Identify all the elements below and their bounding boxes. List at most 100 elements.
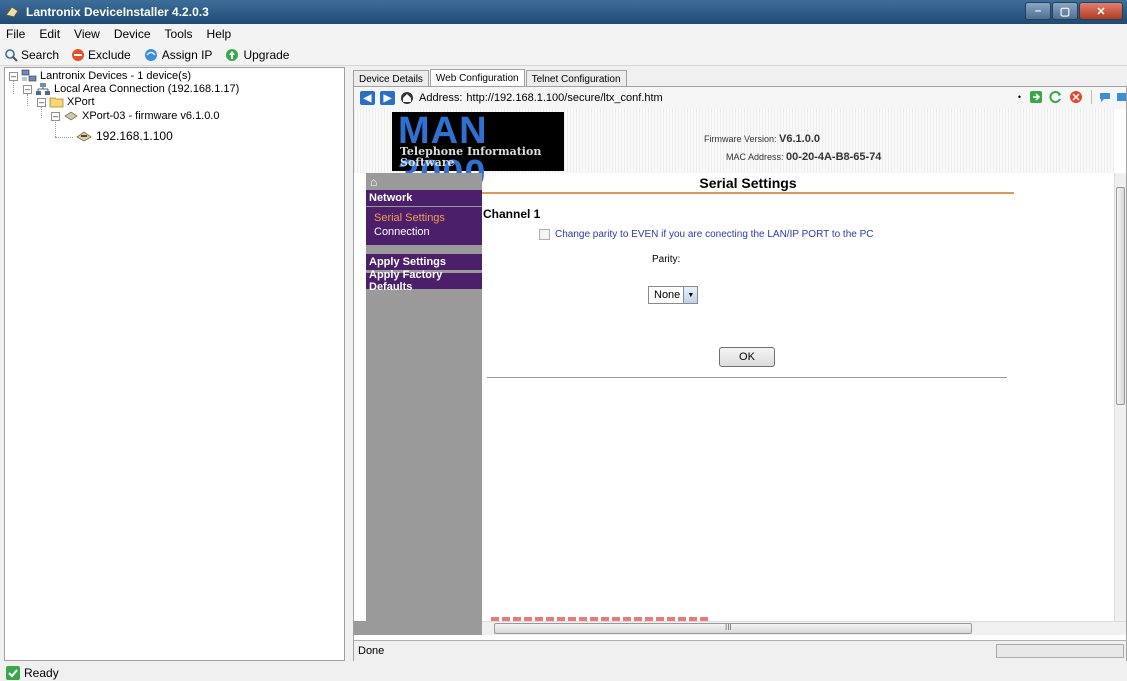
tree-label-root: Lantronix Devices - 1 device(s) [40, 70, 192, 82]
assign-ip-button[interactable]: Assign IP [143, 47, 213, 62]
back-icon[interactable]: ◀ [360, 91, 375, 105]
sidebar-item-apply-settings[interactable]: Apply Settings [366, 254, 482, 270]
exclude-icon [72, 48, 85, 61]
sidebar-item-serial-settings[interactable]: Serial Settings [374, 212, 445, 224]
horizontal-scrollbar[interactable]: III [482, 621, 1126, 635]
app-status-bar: Ready [0, 664, 1127, 681]
toolbar-separator [1091, 90, 1092, 104]
device-tree: – Lantronix Devices - 1 device(s) – Loca… [4, 67, 345, 661]
tree-connector [55, 137, 73, 138]
parity-label: Parity: [652, 254, 681, 265]
tab-telnet-configuration[interactable]: Telnet Configuration [525, 70, 627, 87]
collapse-icon[interactable]: – [51, 111, 60, 121]
home-link-icon[interactable]: ⌂ [370, 175, 377, 189]
sidebar-item-apply-factory-defaults[interactable]: Apply Factory Defaults [366, 269, 482, 293]
horizontal-scroll-thumb[interactable]: III [494, 623, 972, 634]
upgrade-icon [226, 48, 239, 61]
firmware-info: Firmware Version: V6.1.0.0 [704, 133, 820, 145]
tree-item-device[interactable]: – XPort-03 - firmware v6.1.0.0 [51, 109, 220, 123]
upgrade-button[interactable]: Upgrade [224, 48, 289, 62]
go-icon[interactable] [1029, 90, 1043, 104]
assign-ip-label: Assign IP [161, 47, 213, 62]
tab-device-details[interactable]: Device Details [353, 70, 429, 87]
tree-label-ip: 192.168.1.100 [96, 129, 173, 143]
chat-icon[interactable] [1098, 90, 1112, 104]
browser-status-text: Done [358, 645, 385, 657]
divider [487, 377, 1007, 378]
sidebar-footer [354, 621, 482, 635]
parity-even-checkbox[interactable] [539, 229, 550, 240]
vertical-scroll-thumb[interactable] [1116, 187, 1125, 405]
tree-item-connection[interactable]: – Local Area Connection (192.168.1.17) [23, 82, 239, 96]
tab-web-configuration[interactable]: Web Configuration [429, 69, 525, 87]
tree-label-group: XPort [67, 96, 95, 108]
menu-view[interactable]: View [74, 27, 100, 41]
toolbar: Search Exclude Assign IP Upgrade [0, 44, 1127, 66]
address-bar: ◀ ▶ Address: http://192.168.1.100/secure… [354, 87, 1126, 109]
app-icon [5, 6, 19, 18]
web-page: MAN 3000 Telephone Information Software … [354, 109, 1114, 621]
menu-file[interactable]: File [6, 27, 25, 41]
web-config-panel: ◀ ▶ Address: http://192.168.1.100/secure… [353, 86, 1127, 661]
maximize-button[interactable]: ▢ [1052, 2, 1078, 20]
minimize-button[interactable]: – [1025, 2, 1051, 20]
chevron-down-icon[interactable]: ▼ [683, 287, 698, 303]
close-button[interactable]: ✕ [1079, 2, 1123, 20]
progress-area [996, 644, 1124, 658]
parity-even-label: Change parity to EVEN if you are conecti… [555, 229, 874, 240]
firmware-value: V6.1.0.0 [779, 133, 821, 145]
folder-icon [49, 97, 64, 108]
search-button[interactable]: Search [4, 48, 59, 62]
channel-heading: Channel 1 [483, 207, 541, 221]
sidebar-item-connection[interactable]: Connection [374, 226, 430, 238]
collapse-icon[interactable]: – [37, 97, 46, 107]
menu-edit[interactable]: Edit [39, 27, 60, 41]
collapse-icon[interactable]: – [9, 71, 18, 81]
view-icon[interactable] [1116, 90, 1126, 104]
title-bar: Lantronix DeviceInstaller 4.2.0.3 – ▢ ✕ [0, 0, 1127, 24]
exclude-button[interactable]: Exclude [71, 48, 131, 62]
scroll-grip-icon: III [725, 623, 732, 632]
address-label: Address: [419, 92, 463, 104]
collapse-icon[interactable]: – [23, 84, 32, 94]
tree-item-group[interactable]: – XPort [37, 95, 95, 109]
tree-item-ip[interactable]: 192.168.1.100 [75, 129, 173, 143]
menu-bar: File Edit View Device Tools Help [0, 24, 1127, 44]
page-banner: MAN 3000 Telephone Information Software … [354, 109, 1114, 195]
device-icon [64, 111, 78, 121]
ok-button[interactable]: OK [719, 347, 775, 367]
tree-item-root[interactable]: – Lantronix Devices - 1 device(s) [9, 69, 191, 83]
vertical-scrollbar[interactable] [1114, 173, 1126, 621]
search-icon [5, 48, 18, 62]
menu-tools[interactable]: Tools [165, 27, 193, 41]
logo-subtitle: Telephone Information Software [400, 146, 541, 168]
browser-status-bar: Done [354, 640, 1126, 661]
man3000-logo: MAN 3000 Telephone Information Software [392, 110, 564, 195]
home-icon[interactable] [400, 91, 414, 105]
forward-icon[interactable]: ▶ [380, 91, 395, 105]
stop-icon[interactable] [1069, 90, 1083, 104]
parity-select-value: None [654, 289, 681, 301]
mac-info: MAC Address: 00-20-4A-B8-65-74 [726, 151, 881, 163]
address-url[interactable]: http://192.168.1.100/secure/ltx_conf.htm [466, 92, 662, 104]
address-dropdown-icon[interactable]: • [1018, 92, 1021, 102]
sidebar-item-network[interactable]: Network [366, 190, 482, 206]
tree-label-connection: Local Area Connection (192.168.1.17) [54, 83, 240, 95]
network-connection-icon [36, 83, 50, 95]
menu-help[interactable]: Help [207, 27, 232, 41]
firmware-label: Firmware Version: [704, 134, 777, 144]
menu-device[interactable]: Device [114, 27, 151, 41]
refresh-icon[interactable] [1049, 90, 1063, 104]
tab-strip: Device Details Web Configuration Telnet … [353, 69, 628, 87]
window-title: Lantronix DeviceInstaller 4.2.0.3 [26, 5, 209, 19]
search-label: Search [21, 47, 60, 62]
network-devices-icon [21, 69, 37, 82]
mac-label: MAC Address: [726, 152, 784, 162]
upgrade-label: Upgrade [243, 47, 290, 62]
parity-select[interactable]: None ▼ [648, 286, 699, 304]
parity-even-option[interactable]: Change parity to EVEN if you are conecti… [539, 229, 874, 240]
exclude-label: Exclude [88, 47, 131, 62]
tree-label-device: XPort-03 - firmware v6.1.0.0 [82, 110, 220, 122]
config-sidebar: ⌂ Network Serial Settings Connection App… [366, 173, 482, 621]
page-title: Serial Settings [482, 175, 1014, 194]
